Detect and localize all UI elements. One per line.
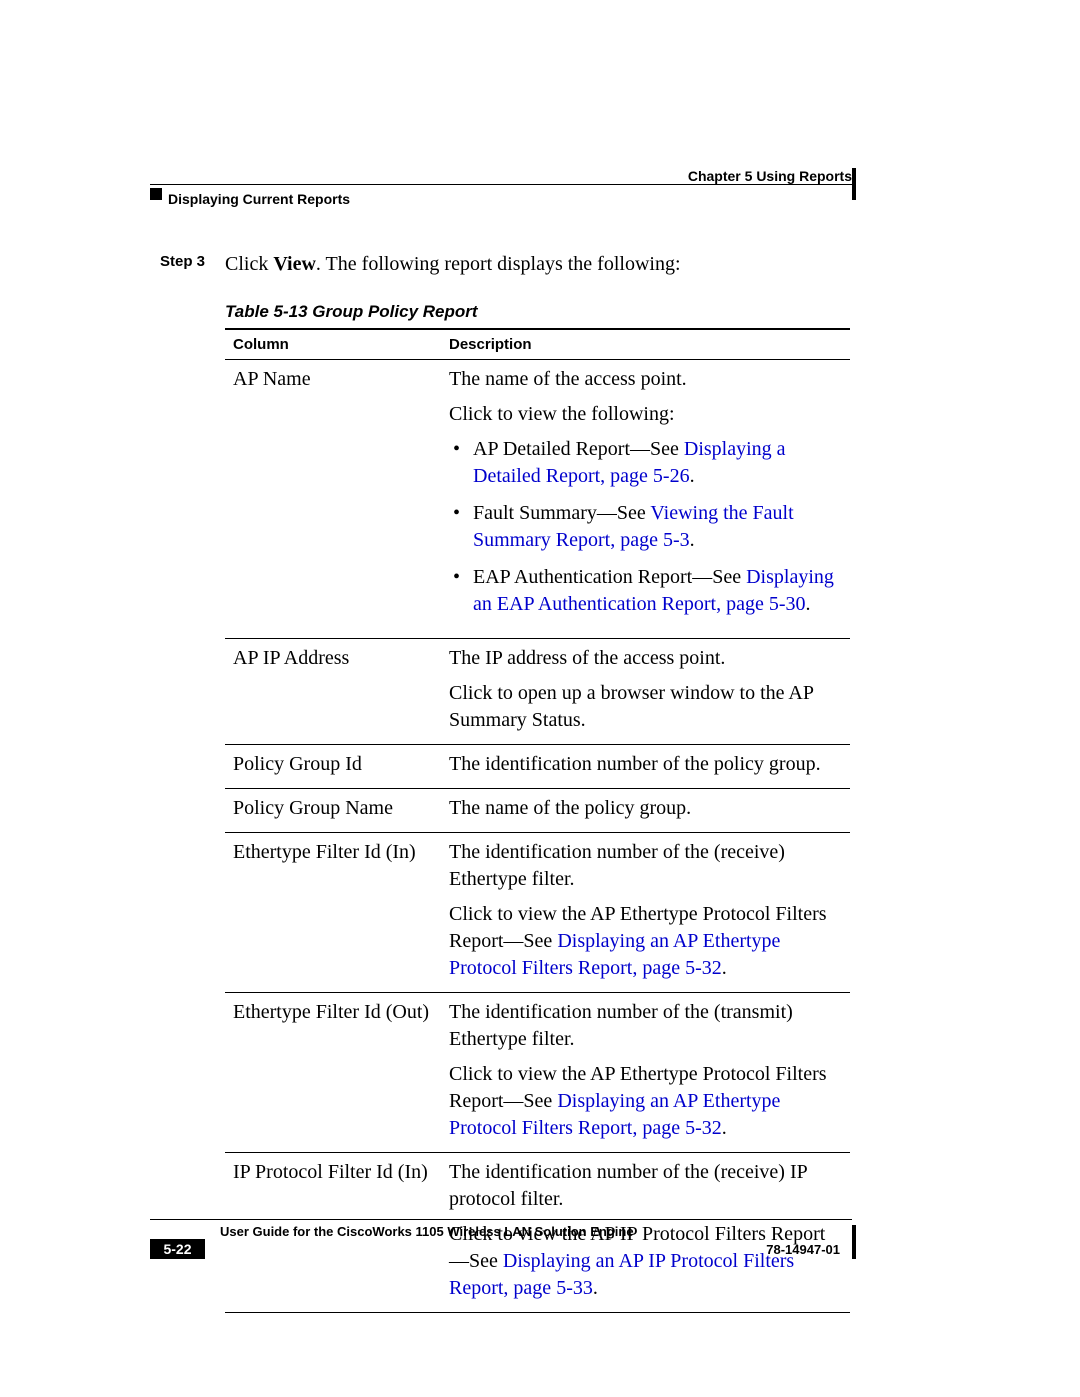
cell-column: AP IP Address [225,639,441,745]
desc-text: Click to view the following: [449,401,842,428]
chapter-label: Chapter 5 Using Reports [688,168,852,184]
step-post: . The following report displays the foll… [316,253,681,275]
cell-description: The IP address of the access point. Clic… [441,639,850,745]
step-label: Step 3 [160,253,220,270]
page-number: 5-22 [150,1239,205,1259]
desc-text: The identification number of the (receiv… [449,1159,842,1213]
footer: User Guide for the CiscoWorks 1105 Wirel… [150,1219,852,1239]
bullet-text: Fault Summary—See [473,502,650,524]
bullet-text: EAP Authentication Report—See [473,566,746,588]
table-row: AP IP Address The IP address of the acce… [225,639,850,745]
desc-text: Click to view the AP Ethertype Protocol … [449,1061,842,1142]
cell-description: The name of the access point. Click to v… [441,360,850,639]
step-row: Step 3 Click View. The following report … [160,253,840,276]
footer-rule [150,1219,852,1220]
cell-column: Ethertype Filter Id (Out) [225,993,441,1153]
cell-description: The identification number of the (receiv… [441,833,850,993]
list-item: Fault Summary—See Viewing the Fault Summ… [449,500,842,554]
doc-number: 78-14947-01 [766,1242,840,1257]
group-policy-report-table: Column Description AP Name The name of t… [225,328,850,1313]
table-row: Ethertype Filter Id (In) The identificat… [225,833,850,993]
view-bold: View [273,253,316,275]
cell-column: Policy Group Name [225,789,441,833]
step-pre: Click [225,253,273,275]
footer-title: User Guide for the CiscoWorks 1105 Wirel… [220,1224,852,1239]
cell-description: The identification number of the (transm… [441,993,850,1153]
table-row: AP Name The name of the access point. Cl… [225,360,850,639]
cell-column: Ethertype Filter Id (In) [225,833,441,993]
bullet-list: AP Detailed Report—See Displaying a Deta… [449,436,842,618]
bullet-text: AP Detailed Report—See [473,438,684,460]
header-vbar-icon [852,168,856,200]
desc-text: Click to view the AP Ethertype Protocol … [449,901,842,982]
cell-description: The name of the policy group. [441,789,850,833]
cell-description: The identification number of the policy … [441,745,850,789]
table-row: Policy Group Id The identification numbe… [225,745,850,789]
page: Chapter 5 Using Reports Displaying Curre… [0,0,1080,1397]
cell-column: Policy Group Id [225,745,441,789]
running-head: Chapter 5 Using Reports [150,168,852,184]
desc-text: The identification number of the (transm… [449,999,842,1053]
header-rule [150,184,852,185]
section-marker-icon [150,188,162,200]
desc-text: The identification number of the (receiv… [449,839,842,893]
table-caption: Table 5-13 Group Policy Report [225,302,478,322]
cell-column: AP Name [225,360,441,639]
table-header-row: Column Description [225,329,850,360]
table-row: Policy Group Name The name of the policy… [225,789,850,833]
table-row: Ethertype Filter Id (Out) The identifica… [225,993,850,1153]
section-label: Displaying Current Reports [168,191,350,207]
desc-text: The IP address of the access point. [449,645,842,672]
list-item: EAP Authentication Report—See Displaying… [449,564,842,618]
th-description: Description [441,329,850,360]
step-text: Click View. The following report display… [225,253,681,275]
desc-text: The name of the access point. [449,366,842,393]
th-column: Column [225,329,441,360]
footer-vbar-icon [852,1225,856,1259]
list-item: AP Detailed Report—See Displaying a Deta… [449,436,842,490]
desc-text: Click to open up a browser window to the… [449,680,842,734]
